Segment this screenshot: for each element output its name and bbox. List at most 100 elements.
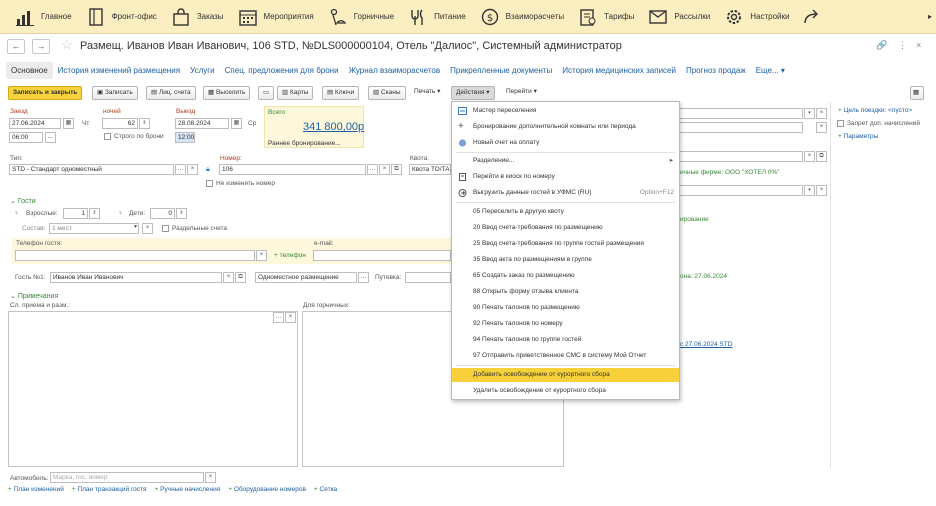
tab-history[interactable]: История изменений размещения <box>53 62 185 79</box>
tab-special-offers[interactable]: Спец. предложения для брони <box>220 62 344 79</box>
clear-icon[interactable]: × <box>223 272 234 283</box>
menu-item-88[interactable]: 88 Открыть форму отзыва клиента <box>452 285 679 299</box>
nav-item-settings[interactable]: Настройки <box>717 0 796 34</box>
phone-field[interactable] <box>15 250 255 261</box>
tab-services[interactable]: Услуги <box>185 62 220 79</box>
calendar-icon-button[interactable]: ▦ <box>231 118 242 129</box>
separate-accounts-checkbox[interactable] <box>162 225 169 232</box>
guest1-field[interactable]: Иванов Иван Иванович <box>50 272 222 283</box>
back-button[interactable]: ← <box>7 39 25 54</box>
checkin-time-field[interactable]: 06:00 <box>9 132 43 143</box>
dropdown-icon[interactable]: ▾ <box>804 108 815 119</box>
nav-item-events[interactable]: Мероприятия <box>231 0 321 34</box>
nav-item-settlements[interactable]: $ Взаиморасчеты <box>473 0 571 34</box>
print-button[interactable]: Печать ▾ <box>410 86 444 100</box>
menu-item-90[interactable]: 90 Печать талонов по размещению <box>452 301 679 315</box>
composition-field[interactable]: 1 мест. <box>49 223 139 234</box>
time-select-button[interactable]: … <box>45 132 56 143</box>
tab-sales-forecast[interactable]: Прогноз продаж <box>681 62 751 79</box>
tab-attached-docs[interactable]: Прикрепленные документы <box>445 62 557 79</box>
menu-item-remove-resort-fee-exemption[interactable]: Удалить освобождение от курортного сбора <box>452 384 679 398</box>
select-button[interactable]: … <box>367 164 378 175</box>
strict-booking-checkbox[interactable] <box>104 133 111 140</box>
select-button[interactable]: … <box>358 272 369 283</box>
clear-icon[interactable]: × <box>205 472 216 483</box>
nav-item-maids[interactable]: Горничные <box>321 0 401 34</box>
clear-icon[interactable]: × <box>379 164 390 175</box>
tab-main[interactable]: Основное <box>6 62 53 79</box>
checkout-date-field[interactable]: 28.08.2024 <box>175 118 229 129</box>
link-guest-transactions[interactable]: План транзакций гостя <box>72 486 146 498</box>
children-field[interactable]: 0 <box>150 208 175 219</box>
menu-item-resettle-wizard[interactable]: Мастер переселения <box>452 104 679 118</box>
menu-item-35[interactable]: 35 Ввод акта по размещениям в группе <box>452 253 679 267</box>
calendar-toggle-button[interactable]: ▦ <box>910 86 924 100</box>
tab-medical-records[interactable]: История медицинских записей <box>557 62 681 79</box>
window-icon-button[interactable]: ▭ <box>258 86 275 100</box>
link-change-plan[interactable]: План изменений <box>8 486 64 498</box>
menu-item-65[interactable]: 65 Создать заказ по размещению <box>452 269 679 283</box>
select-button[interactable]: … <box>273 312 284 323</box>
clear-icon[interactable]: × <box>804 151 815 162</box>
link-manual-charges[interactable]: Ручные начисления <box>155 486 220 498</box>
clear-icon[interactable]: × <box>816 185 827 196</box>
menu-item-20[interactable]: 20 Ввод счета-требования по размещению <box>452 221 679 235</box>
calendar-icon-button[interactable]: ▦ <box>63 118 74 129</box>
tab-settlement-journal[interactable]: Журнал взаиморасчетов <box>344 62 446 79</box>
nav-item-orders[interactable]: Заказы <box>164 0 231 34</box>
menu-item-92[interactable]: 92 Печать талонов по номеру <box>452 317 679 331</box>
nav-item-extra[interactable] <box>796 0 828 34</box>
clear-icon[interactable]: × <box>285 312 296 323</box>
nav-more-button[interactable]: ▸ <box>924 0 936 34</box>
right-third-field[interactable] <box>679 151 803 162</box>
quota-field[interactable]: Квота ТО/ТА <box>409 164 451 175</box>
children-stepper[interactable]: ⇕ <box>176 208 187 219</box>
stay-link[interactable]: с 27.06.2024 STD <box>680 341 732 348</box>
menu-item-new-invoice[interactable]: Новый счет на оплату <box>452 136 679 150</box>
right-second-field[interactable] <box>679 122 803 133</box>
clear-icon[interactable]: × <box>816 108 827 119</box>
nav-item-food[interactable]: Питание <box>401 0 473 34</box>
menu-item-book-extra-room[interactable]: + Бронирование дополнительной комнаты или… <box>452 120 679 134</box>
favorite-star-icon[interactable]: ☆ <box>61 37 73 53</box>
adults-field[interactable]: 1 <box>63 208 88 219</box>
forward-button[interactable]: → <box>32 39 50 54</box>
save-button[interactable]: ▣ Записать <box>92 86 138 100</box>
right-fourth-field[interactable] <box>679 185 803 196</box>
car-field[interactable]: Марка, гос. номер <box>50 472 204 483</box>
email-field[interactable] <box>313 250 451 261</box>
open-icon[interactable]: ⧉ <box>235 272 246 283</box>
clear-icon[interactable]: × <box>256 250 267 261</box>
scans-button[interactable]: ▧ Сканы <box>368 86 406 100</box>
nav-item-main[interactable]: Главное <box>8 0 79 34</box>
keep-number-checkbox[interactable] <box>206 180 213 187</box>
open-icon[interactable]: ⧉ <box>391 164 402 175</box>
menu-item-go-kiosk[interactable]: Перейти в киоск по номеру <box>452 170 679 184</box>
accounts-button[interactable]: ▤ Лиц. счета <box>146 86 196 100</box>
nav-item-front-office[interactable]: Фронт-офис <box>79 0 164 34</box>
menu-item-export-ufms[interactable]: Выгрузить данные гостей в УФМС (RU) Optio… <box>452 186 679 200</box>
trip-goal-link[interactable]: + Цель поездки: <пусто> <box>838 107 912 114</box>
more-icon[interactable]: ⋮ <box>898 40 907 51</box>
clear-icon[interactable]: × <box>816 122 827 133</box>
nav-item-tariffs[interactable]: Тарифы <box>571 0 641 34</box>
nights-stepper[interactable]: ⇕ <box>139 118 150 129</box>
link-icon[interactable]: 🔗 <box>876 40 887 51</box>
right-top-field[interactable] <box>679 108 803 119</box>
room-type-field[interactable]: STD - Стандарт одноместный <box>9 164 174 175</box>
cards-button[interactable]: ▥ Карты <box>277 86 314 100</box>
adults-stepper[interactable]: ⇕ <box>89 208 100 219</box>
select-button[interactable]: … <box>175 164 186 175</box>
nav-item-mailings[interactable]: Рассылки <box>641 0 717 34</box>
dropdown-icon[interactable]: ▾ <box>804 185 815 196</box>
dropdown-icon[interactable]: ▾ <box>130 223 141 234</box>
menu-item-25[interactable]: 25 Ввод счета-требования по группе госте… <box>452 237 679 251</box>
tab-more[interactable]: Еще... ▾ <box>751 62 790 79</box>
menu-item-97[interactable]: 97 Отправить приветственное СМС в систем… <box>452 349 679 363</box>
voucher-field[interactable] <box>405 272 451 283</box>
keys-button[interactable]: ▤ Ключи <box>322 86 360 100</box>
room-number-field[interactable]: 106 <box>219 164 366 175</box>
clear-icon[interactable]: × <box>187 164 198 175</box>
nights-field[interactable]: 62 <box>102 118 138 129</box>
add-phone-link[interactable]: + телефон <box>274 252 306 259</box>
